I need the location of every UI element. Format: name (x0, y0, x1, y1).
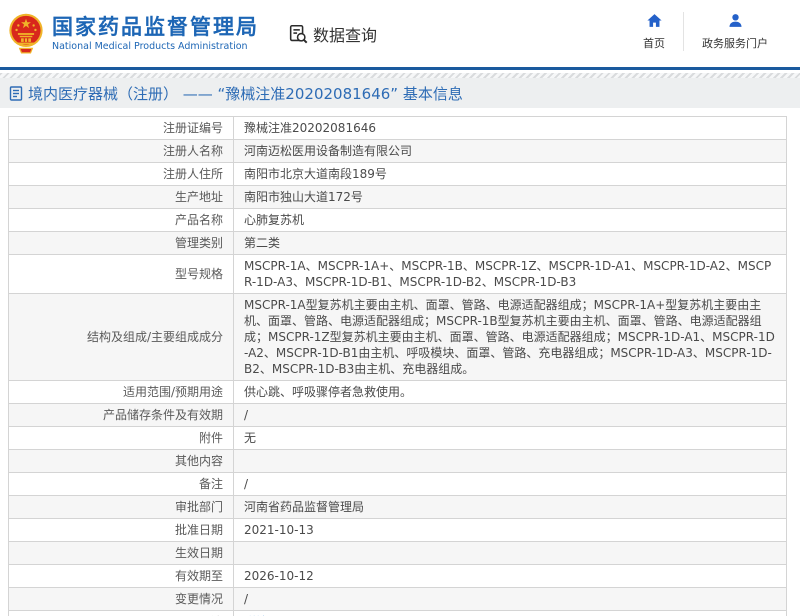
row-label: 产品名称 (8, 208, 234, 232)
row-label: 适用范围/预期用途 (8, 380, 234, 404)
user-icon (728, 14, 742, 27)
row-label: 注册证编号 (8, 116, 234, 140)
row-value: 2026-10-12 (233, 564, 787, 588)
row-label: 管理类别 (8, 231, 234, 255)
info-table-body: 注册证编号 豫械注准20202081646 注册人名称 河南迈松医用设备制造有限公司注… (8, 116, 787, 616)
row-value: 河南迈松医用设备制造有限公司 (233, 139, 787, 163)
page-title: 境内医疗器械（注册） —— “豫械注准20202081646” 基本信息 (28, 84, 463, 103)
row-value: / (233, 587, 787, 611)
site-title-en: National Medical Products Administration (52, 40, 248, 52)
table-row: 型号规格 MSCPR-1A、MSCPR-1A+、MSCPR-1B、MSCPR-1Z… (8, 254, 787, 294)
table-row: 附件无 (8, 426, 787, 450)
row-label: 生产地址 (8, 185, 234, 209)
page-title-bar: 境内医疗器械（注册） —— “豫械注准20202081646” 基本信息 (0, 78, 800, 108)
nav-home-label: 首页 (643, 37, 665, 50)
table-row: 审批部门 河南省药品监督管理局 (8, 495, 787, 519)
nav-data-query-label: 数据查询 (313, 25, 378, 45)
row-value (233, 541, 787, 565)
table-row: 管理类别 第二类 (8, 231, 787, 255)
row-label: 注册人名称 (8, 139, 234, 163)
row-value: 第二类 (233, 231, 787, 255)
table-row: 适用范围/预期用途 供心跳、呼吸骤停者急救使用。 (8, 380, 787, 404)
row-value: 详情 (233, 610, 787, 616)
row-value: 豫械注准20202081646 (233, 116, 787, 140)
row-label: 结构及组成/主要组成成分 (8, 293, 234, 381)
row-value: 无 (233, 426, 787, 450)
row-label: 注 (8, 610, 234, 616)
row-label: 产品储存条件及有效期 (8, 403, 234, 427)
row-label: 变更情况 (8, 587, 234, 611)
table-row: 注册人住所 南阳市北京大道南段189号 (8, 162, 787, 186)
table-row: 注详情 (8, 610, 787, 616)
table-row: 备注 / (8, 472, 787, 496)
row-value: MSCPR-1A型复苏机主要由主机、面罩、管路、电源适配器组成；MSCPR-1A… (233, 293, 787, 381)
registration-info-table: 注册证编号 豫械注准20202081646 注册人名称 河南迈松医用设备制造有限公司注… (8, 116, 787, 616)
header-right-nav: 首页 政务服务门户 (625, 12, 786, 51)
row-label: 审批部门 (8, 495, 234, 519)
brand-text: 国家药品监督管理局 National Medical Products Admi… (52, 15, 259, 53)
row-label: 备注 (8, 472, 234, 496)
row-value: / (233, 403, 787, 427)
row-label: 注册人住所 (8, 162, 234, 186)
table-row: 变更情况 / (8, 587, 787, 611)
table-row: 有效期至 2026-10-12 (8, 564, 787, 588)
table-row: 产品储存条件及有效期 / (8, 403, 787, 427)
home-icon (646, 14, 662, 27)
national-emblem-icon (9, 13, 43, 54)
nav-gov-portal[interactable]: 政务服务门户 (683, 12, 786, 51)
row-value: 河南省药品监督管理局 (233, 495, 787, 519)
table-row: 注册证编号 豫械注准20202081646 (8, 116, 787, 140)
table-row: 注册人名称 河南迈松医用设备制造有限公司 (8, 139, 787, 163)
row-value: 南阳市独山大道172号 (233, 185, 787, 209)
row-value: 心肺复苏机 (233, 208, 787, 232)
row-label: 生效日期 (8, 541, 234, 565)
row-value (233, 449, 787, 473)
row-label: 型号规格 (8, 254, 234, 294)
document-icon (9, 85, 23, 101)
nav-data-query[interactable]: 数据查询 (287, 22, 377, 46)
brand-logo-block[interactable]: 国家药品监督管理局 National Medical Products Admi… (8, 11, 259, 57)
row-value: MSCPR-1A、MSCPR-1A+、MSCPR-1B、MSCPR-1Z、MSC… (233, 254, 787, 294)
row-value: 2021-10-13 (233, 518, 787, 542)
table-row: 生产地址 南阳市独山大道172号 (8, 185, 787, 209)
site-title-cn: 国家药品监督管理局 (52, 14, 259, 39)
row-label: 批准日期 (8, 518, 234, 542)
nav-home[interactable]: 首页 (625, 12, 683, 51)
table-row: 生效日期 (8, 541, 787, 565)
row-value: 南阳市北京大道南段189号 (233, 162, 787, 186)
row-value: 供心跳、呼吸骤停者急救使用。 (233, 380, 787, 404)
row-label: 附件 (8, 426, 234, 450)
table-row: 其他内容 (8, 449, 787, 473)
table-row: 产品名称 心肺复苏机 (8, 208, 787, 232)
table-row: 批准日期 2021-10-13 (8, 518, 787, 542)
row-label: 有效期至 (8, 564, 234, 588)
table-row: 结构及组成/主要组成成分 MSCPR-1A型复苏机主要由主机、面罩、管路、电源适配… (8, 293, 787, 381)
row-value: / (233, 472, 787, 496)
row-label: 其他内容 (8, 449, 234, 473)
site-header: 国家药品监督管理局 National Medical Products Admi… (0, 0, 800, 70)
nav-gov-portal-label: 政务服务门户 (702, 37, 768, 50)
document-search-icon (289, 24, 308, 43)
